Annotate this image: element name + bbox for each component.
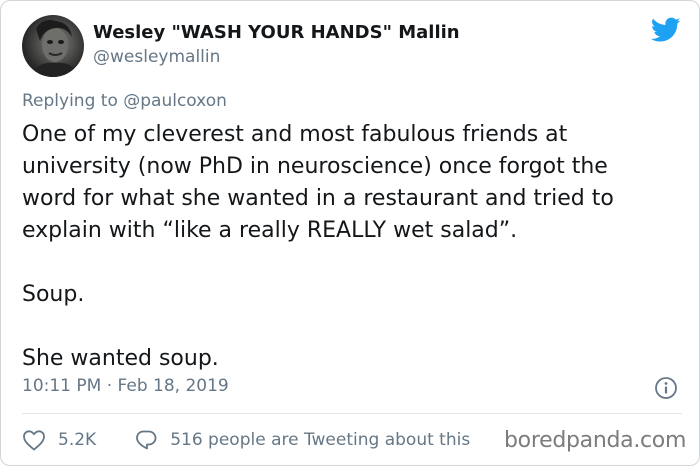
conversation-text: 516 people are Tweeting about this bbox=[170, 430, 471, 450]
reply-prefix: Replying to bbox=[22, 91, 118, 111]
tweet-body: One of my cleverest and most fabulous fr… bbox=[22, 119, 692, 375]
source-watermark: boredpanda.com bbox=[504, 428, 687, 453]
like-count: 5.2K bbox=[58, 430, 97, 450]
info-icon[interactable] bbox=[654, 376, 678, 400]
conversation-link[interactable]: 516 people are Tweeting about this bbox=[134, 429, 470, 451]
action-bar: 5.2K 516 people are Tweeting about this bbox=[22, 427, 470, 453]
twitter-bird-icon[interactable] bbox=[650, 17, 681, 43]
heart-icon bbox=[23, 430, 45, 451]
divider bbox=[22, 413, 682, 414]
body-line: She wanted soup. bbox=[22, 346, 219, 371]
body-line: word for what she wanted in a restaurant… bbox=[22, 186, 614, 211]
display-name[interactable]: Wesley "WASH YOUR HANDS" Mallin bbox=[93, 22, 460, 43]
tweet-timestamp[interactable]: 10:11 PM · Feb 18, 2019 bbox=[22, 376, 229, 396]
body-line: Soup. bbox=[22, 282, 85, 307]
body-line: One of my cleverest and most fabulous fr… bbox=[22, 122, 568, 147]
reply-mention-link[interactable]: @paulcoxon bbox=[123, 91, 227, 111]
body-line: university (now PhD in neuroscience) onc… bbox=[22, 154, 608, 179]
replying-to: Replying to @paulcoxon bbox=[22, 91, 227, 111]
like-button[interactable]: 5.2K bbox=[22, 429, 96, 451]
speech-bubble-icon bbox=[136, 430, 157, 450]
tweet-card: Wesley "WASH YOUR HANDS" Mallin @wesleym… bbox=[0, 0, 700, 466]
body-line: explain with “like a really REALLY wet s… bbox=[22, 218, 518, 243]
avatar[interactable] bbox=[22, 15, 84, 77]
user-handle[interactable]: @wesleymallin bbox=[93, 47, 220, 67]
